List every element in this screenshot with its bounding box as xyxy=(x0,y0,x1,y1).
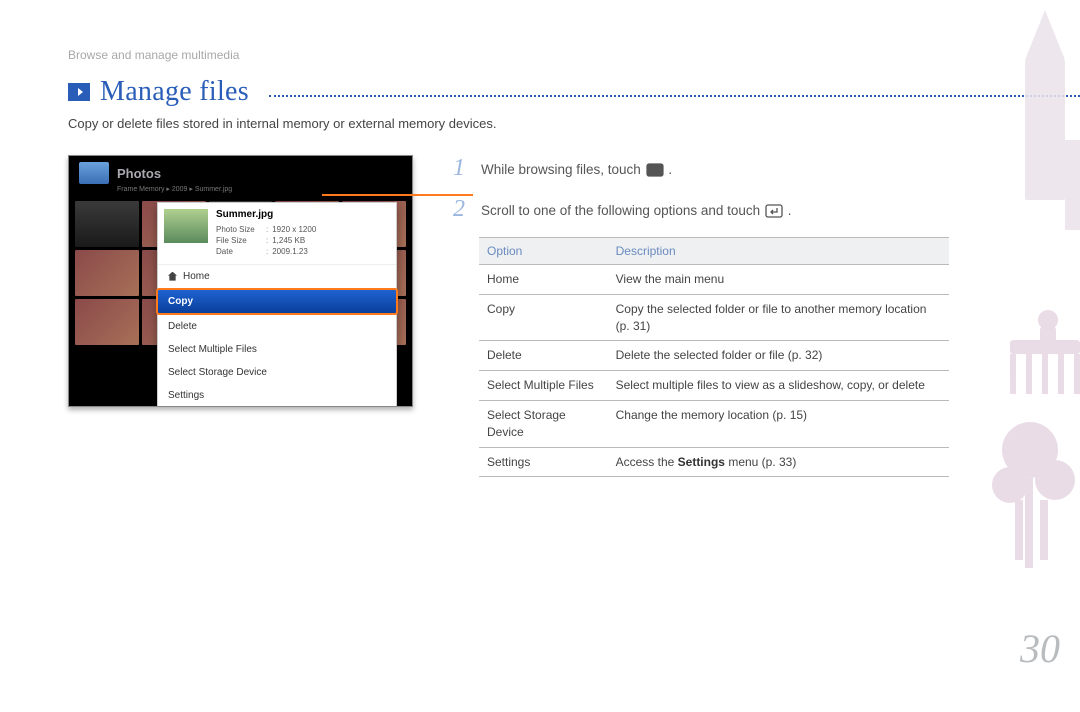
table-cell-description: Access the Settings menu (p. 33) xyxy=(608,447,949,477)
table-cell-option: Copy xyxy=(479,294,608,341)
thumbnail xyxy=(75,250,139,296)
table-cell-option: Home xyxy=(479,265,608,295)
table-row: HomeView the main menu xyxy=(479,265,949,295)
content-row: Photos Frame Memory ▸ 2009 ▸ Summer.jpg xyxy=(68,155,1080,477)
table-header-description: Description xyxy=(608,238,949,265)
popup-item-settings[interactable]: Settings xyxy=(158,384,396,407)
table-cell-option: Select Multiple Files xyxy=(479,371,608,401)
page-number: 30 xyxy=(1020,625,1060,672)
table-row: Select Multiple FilesSelect multiple fil… xyxy=(479,371,949,401)
photos-app-icon xyxy=(79,162,109,184)
popup-meta-row: Photo Size:1920 x 1200 xyxy=(216,224,390,235)
table-row: SettingsAccess the Settings menu (p. 33) xyxy=(479,447,949,477)
table-header-option: Option xyxy=(479,238,608,265)
table-cell-option: Settings xyxy=(479,447,608,477)
thumbnail xyxy=(75,201,139,247)
steps-column: 1 While browsing files, touch . 2 Scroll… xyxy=(453,155,953,477)
device-screenshot: Photos Frame Memory ▸ 2009 ▸ Summer.jpg xyxy=(68,155,413,407)
table-cell-description: Delete the selected folder or file (p. 3… xyxy=(608,341,949,371)
table-cell-option: Delete xyxy=(479,341,608,371)
step-number: 2 xyxy=(453,196,469,223)
step-1: 1 While browsing files, touch . xyxy=(453,155,953,182)
popup-meta-row: Date:2009.1.23 xyxy=(216,246,390,257)
options-popup: Summer.jpg Photo Size:1920 x 1200 File S… xyxy=(157,202,397,407)
screenshot-breadcrumb: Frame Memory ▸ 2009 ▸ Summer.jpg xyxy=(69,185,412,199)
enter-icon xyxy=(765,204,783,218)
home-icon xyxy=(168,272,177,281)
table-row: CopyCopy the selected folder or file to … xyxy=(479,294,949,341)
table-cell-description: Copy the selected folder or file to anot… xyxy=(608,294,949,341)
popup-item-select-multiple[interactable]: Select Multiple Files xyxy=(158,338,396,361)
page-title: Manage files xyxy=(100,76,249,108)
step-text: Scroll to one of the following options a… xyxy=(481,196,791,221)
table-cell-description: View the main menu xyxy=(608,265,949,295)
screenshot-title: Photos xyxy=(69,156,412,185)
page-subtitle: Copy or delete files stored in internal … xyxy=(68,116,1080,131)
options-table: Option Description HomeView the main men… xyxy=(479,237,949,477)
popup-item-home[interactable]: Home xyxy=(158,265,396,288)
page-container: Browse and manage multimedia Manage file… xyxy=(0,0,1080,712)
step-2: 2 Scroll to one of the following options… xyxy=(453,196,953,223)
popup-item-delete[interactable]: Delete xyxy=(158,315,396,338)
thumbnail xyxy=(75,299,139,345)
menu-icon xyxy=(646,163,664,177)
popup-metadata: Summer.jpg Photo Size:1920 x 1200 File S… xyxy=(216,209,390,258)
table-cell-description: Select multiple files to view as a slide… xyxy=(608,371,949,401)
step-number: 1 xyxy=(453,155,469,182)
arrow-box-icon xyxy=(68,83,90,101)
callout-line xyxy=(322,194,473,196)
popup-meta-row: File Size:1,245 KB xyxy=(216,235,390,246)
popup-header: Summer.jpg Photo Size:1920 x 1200 File S… xyxy=(158,203,396,265)
breadcrumb: Browse and manage multimedia xyxy=(68,48,1080,62)
step-text: While browsing files, touch . xyxy=(481,155,672,180)
table-cell-option: Select Storage Device xyxy=(479,400,608,447)
popup-filename: Summer.jpg xyxy=(216,209,390,220)
table-row: Select Storage DeviceChange the memory l… xyxy=(479,400,949,447)
table-row: DeleteDelete the selected folder or file… xyxy=(479,341,949,371)
decorative-dots xyxy=(269,95,1080,97)
title-row: Manage files xyxy=(68,76,1080,108)
popup-item-select-storage[interactable]: Select Storage Device xyxy=(158,361,396,384)
popup-thumbnail xyxy=(164,209,208,243)
table-cell-description: Change the memory location (p. 15) xyxy=(608,400,949,447)
popup-item-copy[interactable]: Copy xyxy=(156,288,398,315)
